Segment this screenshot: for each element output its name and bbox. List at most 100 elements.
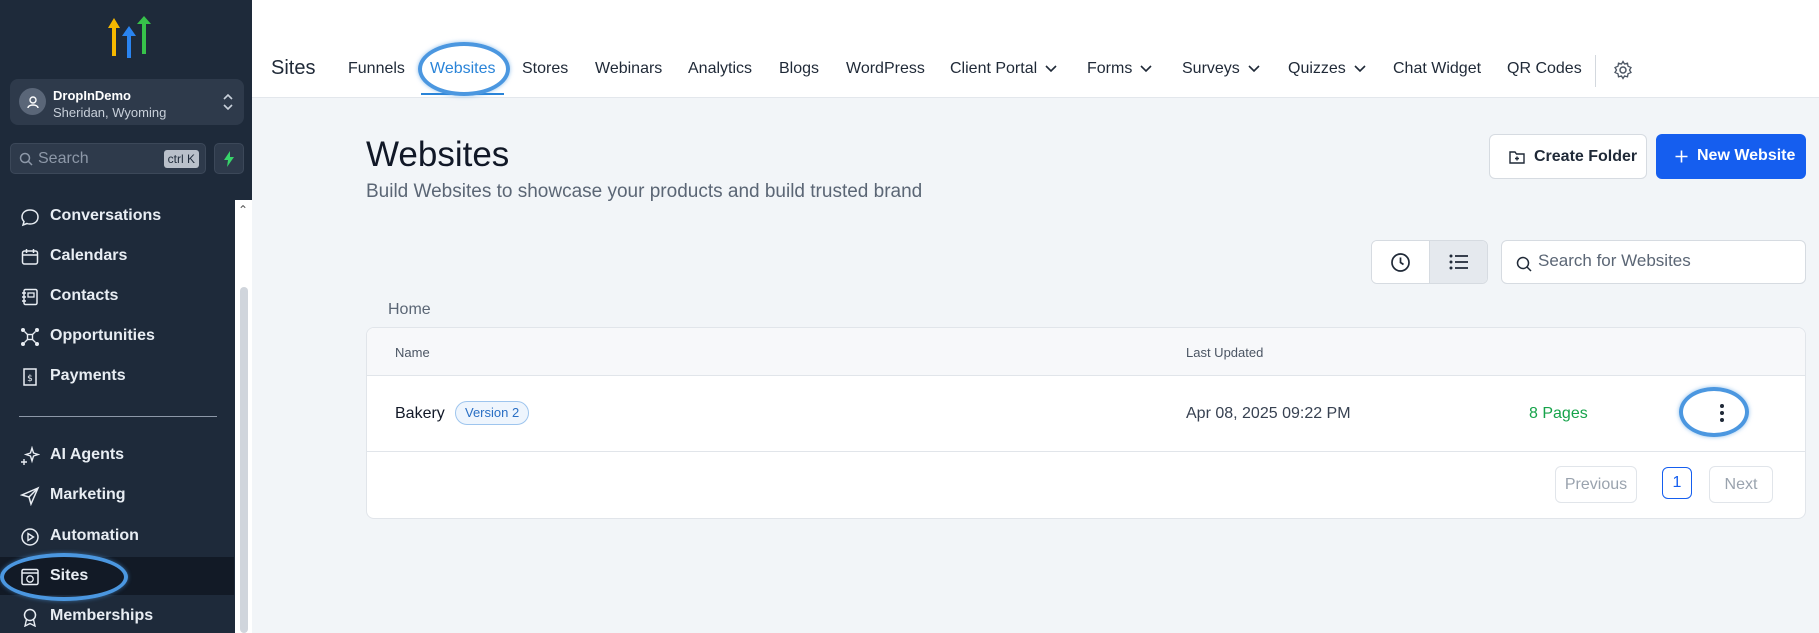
tab-label: Forms <box>1087 60 1133 77</box>
account-switcher[interactable]: DropInDemo Sheridan, Wyoming <box>10 79 244 125</box>
sidebar-scrollbar-thumb[interactable] <box>240 287 248 633</box>
website-search[interactable] <box>1501 240 1806 284</box>
gear-icon[interactable] <box>1613 60 1633 80</box>
tab-qr-codes[interactable]: QR Codes <box>1507 60 1582 78</box>
chevron-up-down-icon <box>223 93 233 111</box>
more-options-icon[interactable] <box>1705 396 1739 430</box>
sidebar-item-label: Conversations <box>50 207 162 224</box>
sidebar-item-label: Calendars <box>50 247 128 264</box>
folder-plus-icon <box>1509 151 1525 164</box>
new-website-label: New Website <box>1697 147 1796 164</box>
sidebar-item-ai-agents[interactable]: AI Agents <box>0 436 234 474</box>
account-name: DropInDemo <box>53 88 131 103</box>
chevron-down-icon <box>1140 65 1152 72</box>
sidebar-divider <box>19 416 217 417</box>
sidebar-item-label: Marketing <box>50 486 126 503</box>
plus-icon <box>1675 150 1688 163</box>
page-title: Websites <box>366 135 510 174</box>
sidebar-item-sites[interactable]: Sites <box>0 557 234 595</box>
tab-label: Quizzes <box>1288 60 1346 77</box>
tab-chat-widget[interactable]: Chat Widget <box>1393 60 1481 78</box>
globe-window-icon <box>21 568 39 586</box>
section-title: Sites <box>271 57 316 79</box>
pagination-next-button[interactable]: Next <box>1709 466 1773 503</box>
tab-blogs[interactable]: Blogs <box>779 60 819 78</box>
sparkle-icon <box>21 446 40 465</box>
tab-forms[interactable]: Forms <box>1087 60 1152 78</box>
column-header-name[interactable]: Name <box>395 345 430 360</box>
top-navigation: Sites <box>252 0 1819 98</box>
app-logo-icon <box>108 16 151 58</box>
tab-client-portal[interactable]: Client Portal <box>950 60 1057 78</box>
tab-separator <box>1595 55 1596 87</box>
sidebar-item-memberships[interactable]: Memberships <box>0 597 234 633</box>
user-icon <box>26 95 39 108</box>
table-row[interactable]: Bakery Version 2 Apr 08, 2025 09:22 PM 8… <box>367 376 1805 452</box>
breadcrumb[interactable]: Home <box>388 301 431 319</box>
receipt-icon: $ <box>23 368 37 386</box>
lightning-icon <box>224 150 234 167</box>
tab-label: Surveys <box>1182 60 1240 77</box>
search-placeholder: Search <box>38 150 89 167</box>
sidebar-item-contacts[interactable]: Contacts <box>0 277 234 315</box>
account-avatar <box>19 88 46 115</box>
table-header: Name Last Updated <box>367 328 1805 376</box>
version-badge: Version 2 <box>455 401 530 425</box>
tab-quizzes[interactable]: Quizzes <box>1288 60 1366 78</box>
websites-table: Name Last Updated Bakery Version 2 Apr 0… <box>366 327 1806 519</box>
sidebar-item-label: Automation <box>50 527 139 544</box>
last-updated: Apr 08, 2025 09:22 PM <box>1186 405 1351 422</box>
website-search-input[interactable] <box>1538 251 1788 271</box>
search-shortcut: ctrl K <box>163 150 199 168</box>
quick-actions-button[interactable] <box>214 143 244 174</box>
sidebar-item-payments[interactable]: $ Payments <box>0 357 234 395</box>
sidebar-item-conversations[interactable]: Conversations <box>0 197 234 235</box>
create-folder-button[interactable]: Create Folder <box>1489 134 1647 179</box>
pagination-page-1[interactable]: 1 <box>1662 467 1692 499</box>
tab-wordpress[interactable]: WordPress <box>846 60 925 78</box>
sidebar-item-automation[interactable]: Automation <box>0 517 234 555</box>
sidebar-item-label: Opportunities <box>50 327 155 344</box>
create-folder-label: Create Folder <box>1534 148 1638 165</box>
list-view-button[interactable] <box>1430 241 1487 283</box>
search-icon <box>1516 256 1532 272</box>
page-count-link[interactable]: 8 Pages <box>1529 405 1588 423</box>
page-subtitle: Build Websites to showcase your products… <box>366 181 923 202</box>
sidebar-item-marketing[interactable]: Marketing <box>0 476 234 514</box>
tab-stores[interactable]: Stores <box>522 60 568 78</box>
new-website-button[interactable]: New Website <box>1656 134 1806 179</box>
scroll-up-icon[interactable]: ⌃ <box>238 203 248 217</box>
tab-analytics[interactable]: Analytics <box>688 60 752 78</box>
network-icon <box>21 328 39 346</box>
view-toggle <box>1371 240 1488 284</box>
sidebar-search[interactable]: Search ctrl K <box>10 143 206 174</box>
recent-view-button[interactable] <box>1372 241 1430 283</box>
pagination-previous-button[interactable]: Previous <box>1555 466 1637 503</box>
sidebar-item-label: Sites <box>50 567 89 584</box>
sidebar: DropInDemo Sheridan, Wyoming Search ctrl… <box>0 0 252 633</box>
tab-surveys[interactable]: Surveys <box>1182 60 1260 78</box>
play-icon <box>21 528 39 546</box>
contact-book-icon <box>22 288 38 306</box>
tab-webinars[interactable]: Webinars <box>595 60 662 78</box>
sidebar-item-label: AI Agents <box>50 446 125 463</box>
sidebar-item-label: Memberships <box>50 607 154 624</box>
sidebar-item-label: Contacts <box>50 287 119 304</box>
award-icon <box>23 608 37 627</box>
svg-text:$: $ <box>27 374 33 384</box>
tab-label: Client Portal <box>950 60 1038 77</box>
active-tab-indicator <box>421 93 504 95</box>
tab-websites[interactable]: Websites <box>430 60 496 78</box>
website-name[interactable]: Bakery <box>395 405 445 423</box>
tab-funnels[interactable]: Funnels <box>348 60 405 78</box>
sidebar-item-opportunities[interactable]: Opportunities <box>0 317 234 355</box>
list-icon <box>1449 254 1468 270</box>
calendar-icon <box>21 249 39 265</box>
sidebar-item-label: Payments <box>50 367 126 384</box>
chat-bubble-icon <box>21 209 39 227</box>
chevron-down-icon <box>1248 65 1260 72</box>
column-header-last-updated[interactable]: Last Updated <box>1186 345 1263 360</box>
search-icon <box>19 152 33 166</box>
sidebar-item-calendars[interactable]: Calendars <box>0 237 234 275</box>
send-icon <box>20 486 40 506</box>
